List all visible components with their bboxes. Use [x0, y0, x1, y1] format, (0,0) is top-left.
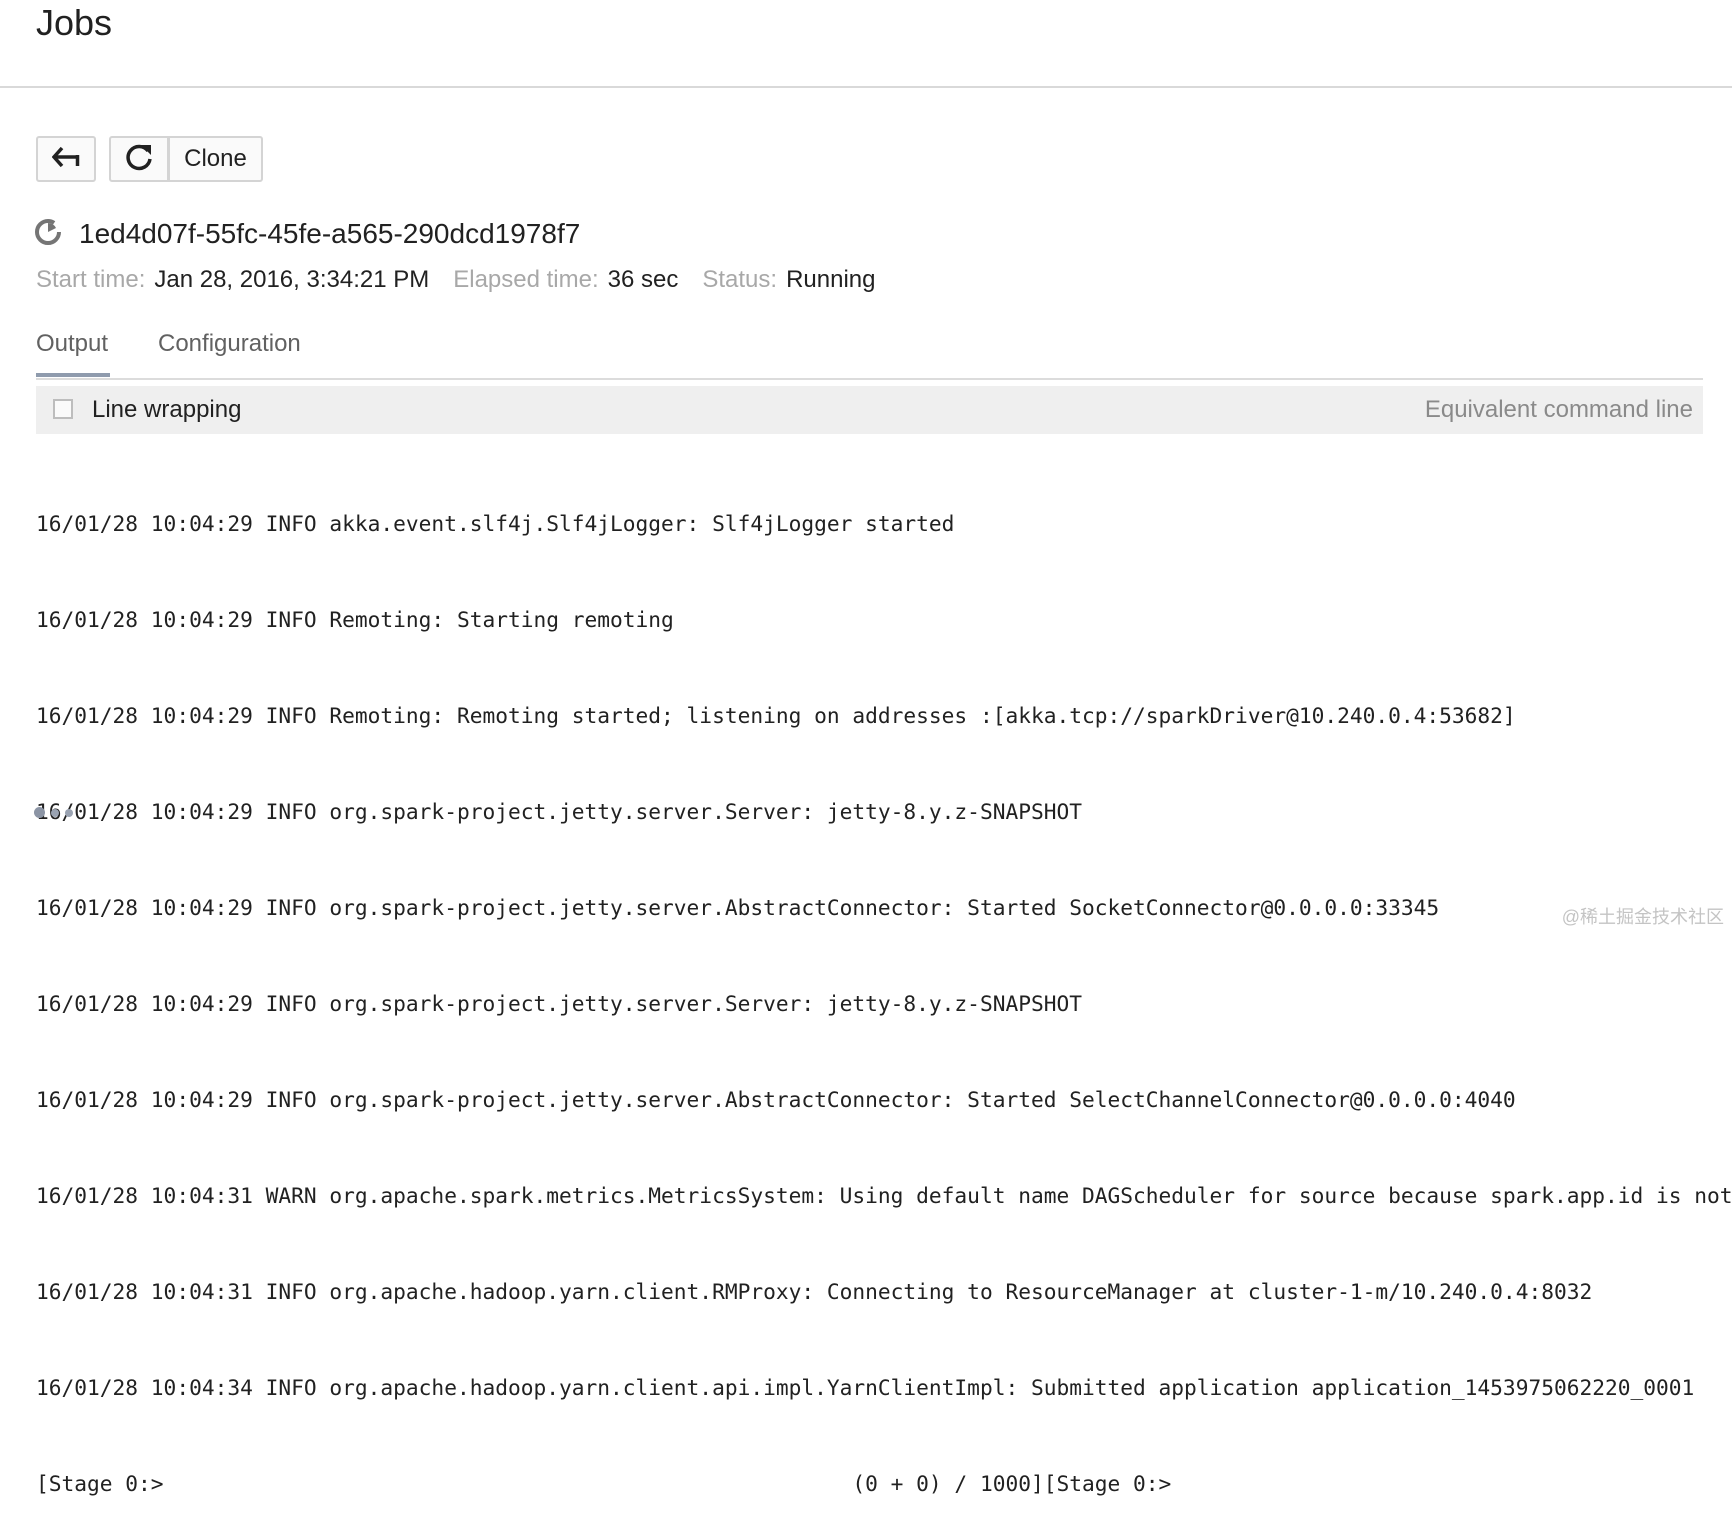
log-line: 16/01/28 10:04:29 INFO org.spark-project… [36, 991, 1082, 1016]
log-line: 16/01/28 10:04:29 INFO org.spark-project… [36, 799, 1082, 824]
log-line: 16/01/28 10:04:29 INFO org.spark-project… [36, 895, 1440, 920]
loading-dot [34, 807, 45, 818]
back-button[interactable] [36, 136, 96, 182]
start-time-value: Jan 28, 2016, 3:34:21 PM [154, 266, 430, 293]
elapsed-time-value: 36 sec [607, 266, 679, 293]
log-line: 16/01/28 10:04:29 INFO org.spark-project… [36, 1087, 1516, 1112]
job-tabs: Output Configuration [36, 330, 1703, 380]
line-wrapping-label[interactable]: Line wrapping [92, 396, 241, 424]
refresh-icon [124, 142, 154, 177]
tab-configuration[interactable]: Configuration [158, 330, 301, 376]
line-wrapping-checkbox[interactable] [53, 399, 73, 419]
page-title: Jobs [36, 2, 113, 43]
loading-dots-icon [34, 807, 79, 818]
output-options-bar: Line wrapping Equivalent command line [36, 386, 1703, 434]
job-meta: Start time: Jan 28, 2016, 3:34:21 PM Ela… [36, 266, 899, 294]
log-line: 16/01/28 10:04:29 INFO Remoting: Remotin… [36, 703, 1516, 728]
job-id: 1ed4d07f-55fc-45fe-a565-290dcd1978f7 [79, 218, 581, 249]
loading-dot [65, 808, 73, 817]
job-header: 1ed4d07f-55fc-45fe-a565-290dcd1978f7 [33, 214, 580, 254]
loading-dot [51, 808, 59, 817]
watermark: @稀土掘金技术社区 [1561, 907, 1724, 927]
active-tab-indicator [36, 373, 110, 377]
status-value: Running [786, 266, 876, 293]
equivalent-command-line-link[interactable]: Equivalent command line [1425, 396, 1693, 424]
log-line: 16/01/28 10:04:34 INFO org.apache.hadoop… [36, 1375, 1695, 1400]
log-line: [Stage 0:> (0 + 0) / 1000][Stage 0:> [36, 1471, 1172, 1496]
back-arrow-icon [51, 146, 80, 173]
elapsed-time-label: Elapsed time: [453, 266, 599, 293]
log-line: 16/01/28 10:04:31 WARN org.apache.spark.… [36, 1183, 1732, 1208]
clone-button[interactable]: Clone [168, 136, 263, 182]
status-label: Status: [702, 266, 778, 293]
refresh-button[interactable] [109, 136, 169, 182]
log-line: 16/01/28 10:04:29 INFO Remoting: Startin… [36, 607, 674, 632]
running-spinner-icon [33, 217, 63, 252]
log-line: 16/01/28 10:04:29 INFO akka.event.slf4j.… [36, 511, 955, 536]
job-output-log: 16/01/28 10:04:29 INFO akka.event.slf4j.… [36, 444, 1732, 1532]
page-header: Jobs [0, 0, 1732, 88]
tab-output[interactable]: Output [36, 330, 108, 376]
start-time-label: Start time: [36, 266, 146, 293]
log-line: 16/01/28 10:04:31 INFO org.apache.hadoop… [36, 1279, 1593, 1304]
